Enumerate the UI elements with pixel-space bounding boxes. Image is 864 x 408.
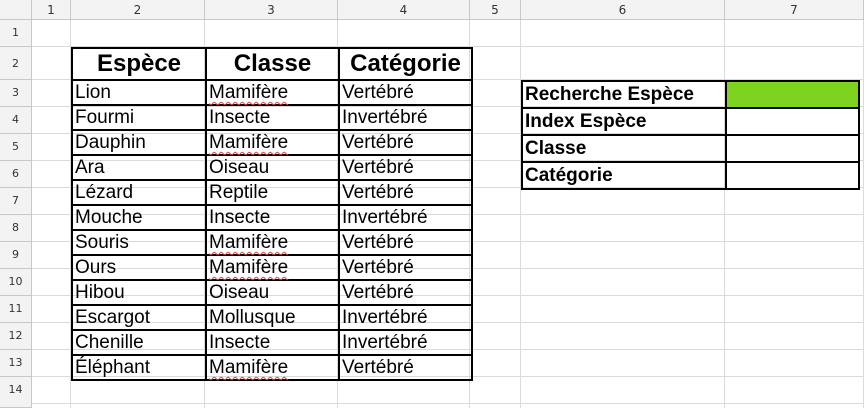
cell-categorie[interactable]: Invertébré [338, 204, 473, 231]
cell-classe-text: Mamifère [209, 82, 289, 103]
lookup-label-categorie[interactable]: Catégorie [521, 161, 727, 190]
cell-categorie[interactable]: Vertébré [338, 279, 473, 306]
lookup-row: Catégorie [521, 161, 860, 190]
row-header-10[interactable]: 10 [0, 269, 32, 296]
table-row: Lion Mamifère Vertébré [71, 79, 473, 106]
cell-classe-text: Mamifère [209, 132, 289, 153]
species-table: Espèce Classe Catégorie Lion Mamifère Ve… [71, 47, 473, 381]
cell-categorie[interactable]: Invertébré [338, 304, 473, 331]
row-header-8[interactable]: 8 [0, 215, 32, 242]
table-row: Souris Mamifère Vertébré [71, 229, 473, 256]
header-cell-categorie[interactable]: Catégorie [338, 47, 473, 81]
cell-espece[interactable]: Souris [71, 229, 207, 256]
table-row: Hibou Oiseau Vertébré [71, 279, 473, 306]
lookup-row: Index Espèce [521, 107, 860, 136]
cell-classe[interactable]: Mamifère [205, 254, 340, 281]
row-header-7[interactable]: 7 [0, 188, 32, 215]
row-header-6[interactable]: 6 [0, 161, 32, 188]
cell-espece[interactable]: Mouche [71, 204, 207, 231]
lookup-value-index-espece[interactable] [725, 107, 860, 136]
row-header-9[interactable]: 9 [0, 242, 32, 269]
row-header-1[interactable]: 1 [0, 20, 32, 47]
cell-espece[interactable]: Ours [71, 254, 207, 281]
table-row: Éléphant Mamifère Vertébré [71, 354, 473, 381]
lookup-row: Classe [521, 134, 860, 163]
column-header-3[interactable]: 3 [205, 0, 338, 20]
column-header-2[interactable]: 2 [71, 0, 205, 20]
column-header-1[interactable]: 1 [32, 0, 71, 20]
row-header-4[interactable]: 4 [0, 107, 32, 134]
cell-classe[interactable]: Reptile [205, 179, 340, 206]
row-header-11[interactable]: 11 [0, 296, 32, 323]
lookup-row: Recherche Espèce [521, 80, 860, 109]
spreadsheet: 1 2 3 4 5 6 7 1 2 3 4 5 6 7 8 9 10 11 12… [0, 0, 864, 408]
cell-categorie[interactable]: Invertébré [338, 104, 473, 131]
cell-classe[interactable]: Oiseau [205, 279, 340, 306]
cell-espece[interactable]: Ara [71, 154, 207, 181]
header-cell-classe[interactable]: Classe [205, 47, 340, 81]
cell-espece[interactable]: Éléphant [71, 354, 207, 381]
cell-classe[interactable]: Insecte [205, 204, 340, 231]
lookup-label-classe[interactable]: Classe [521, 134, 727, 163]
lookup-value-recherche-espece[interactable] [725, 80, 860, 109]
cell-classe-text: Mamifère [209, 232, 289, 253]
column-header-6[interactable]: 6 [521, 0, 725, 20]
cell-categorie[interactable]: Vertébré [338, 254, 473, 281]
table-row: Escargot Mollusque Invertébré [71, 304, 473, 331]
table-row: Ara Oiseau Vertébré [71, 154, 473, 181]
column-header-4[interactable]: 4 [338, 0, 470, 20]
cell-espece[interactable]: Chenille [71, 329, 207, 356]
cell-classe-text: Mamifère [209, 257, 289, 278]
cell-classe[interactable]: Mamifère [205, 229, 340, 256]
gridline [32, 403, 864, 404]
lookup-label-recherche-espece[interactable]: Recherche Espèce [521, 80, 727, 109]
cell-classe[interactable]: Insecte [205, 104, 340, 131]
table-row: Fourmi Insecte Invertébré [71, 104, 473, 131]
cell-categorie[interactable]: Invertébré [338, 329, 473, 356]
cell-categorie[interactable]: Vertébré [338, 129, 473, 156]
column-header-5[interactable]: 5 [470, 0, 521, 20]
row-header-13[interactable]: 13 [0, 350, 32, 377]
cell-categorie[interactable]: Vertébré [338, 79, 473, 106]
cell-categorie[interactable]: Vertébré [338, 354, 473, 381]
cell-categorie[interactable]: Vertébré [338, 179, 473, 206]
table-row: Ours Mamifère Vertébré [71, 254, 473, 281]
cell-espece[interactable]: Hibou [71, 279, 207, 306]
row-header-5[interactable]: 5 [0, 134, 32, 161]
cell-classe[interactable]: Insecte [205, 329, 340, 356]
table-row: Chenille Insecte Invertébré [71, 329, 473, 356]
lookup-value-classe[interactable] [725, 134, 860, 163]
cell-espece[interactable]: Lion [71, 79, 207, 106]
cell-classe[interactable]: Mollusque [205, 304, 340, 331]
row-header-14[interactable]: 14 [0, 377, 32, 408]
lookup-label-index-espece[interactable]: Index Espèce [521, 107, 727, 136]
cell-espece[interactable]: Fourmi [71, 104, 207, 131]
row-header-2[interactable]: 2 [0, 47, 32, 80]
table-row: Mouche Insecte Invertébré [71, 204, 473, 231]
cell-espece[interactable]: Lézard [71, 179, 207, 206]
cell-espece[interactable]: Escargot [71, 304, 207, 331]
table-header-row: Espèce Classe Catégorie [71, 47, 473, 81]
select-all-corner[interactable] [0, 0, 32, 20]
column-header-7[interactable]: 7 [725, 0, 864, 20]
row-header-12[interactable]: 12 [0, 323, 32, 350]
cell-classe[interactable]: Mamifère [205, 79, 340, 106]
cell-classe[interactable]: Oiseau [205, 154, 340, 181]
header-cell-espece[interactable]: Espèce [71, 47, 207, 81]
lookup-value-categorie[interactable] [725, 161, 860, 190]
cell-categorie[interactable]: Vertébré [338, 229, 473, 256]
cell-classe[interactable]: Mamifère [205, 354, 340, 381]
cell-espece[interactable]: Dauphin [71, 129, 207, 156]
cell-categorie[interactable]: Vertébré [338, 154, 473, 181]
lookup-table: Recherche Espèce Index Espèce Classe Cat… [521, 80, 860, 190]
cell-classe-text: Mamifère [209, 357, 289, 378]
table-row: Lézard Reptile Vertébré [71, 179, 473, 206]
table-row: Dauphin Mamifère Vertébré [71, 129, 473, 156]
row-header-3[interactable]: 3 [0, 80, 32, 107]
cell-classe[interactable]: Mamifère [205, 129, 340, 156]
